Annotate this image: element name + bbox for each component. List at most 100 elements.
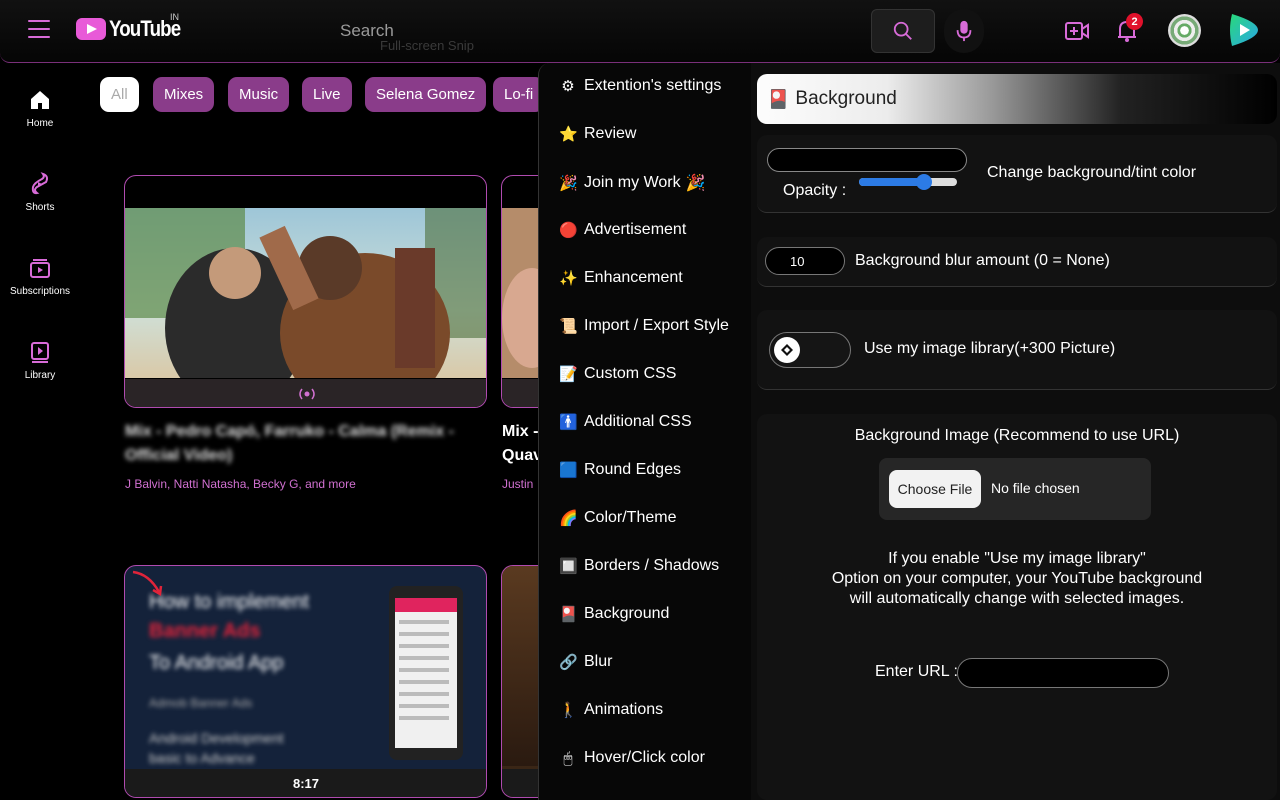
menu-join-my-work[interactable]: 🎉 Join my Work 🎉 xyxy=(559,173,706,193)
menu-label: Advertisement xyxy=(584,221,687,238)
url-label: Enter URL : xyxy=(875,663,958,680)
thumbnail-text: Android Development xyxy=(149,730,284,746)
nav-label: Library xyxy=(24,370,56,381)
youtube-logo[interactable]: YouTube IN xyxy=(76,12,193,42)
background-image-box: Background Image (Recommend to use URL) … xyxy=(757,414,1277,800)
menu-background[interactable]: 🎴 Background xyxy=(559,605,669,623)
mouse-icon: 🖱 xyxy=(563,749,573,767)
menu-enhancement[interactable]: ✨ Enhancement xyxy=(559,269,683,287)
image-library-box: Use my image library(+300 Picture) xyxy=(757,310,1277,390)
person-sign-icon: 🚹 xyxy=(559,414,578,431)
opacity-slider[interactable] xyxy=(859,174,957,190)
menu-label: Color/Theme xyxy=(584,509,677,526)
nav-shorts[interactable]: Shorts xyxy=(0,172,80,213)
menu-label: Hover/Click color xyxy=(584,749,705,766)
country-code: IN xyxy=(170,12,179,22)
youtube-play-icon xyxy=(76,18,106,40)
video-duration: 8:17 xyxy=(293,776,320,791)
search-icon xyxy=(893,21,912,40)
slider-knob[interactable] xyxy=(915,174,932,190)
avatar[interactable] xyxy=(1168,14,1201,47)
subscriptions-icon xyxy=(30,259,50,278)
home-icon xyxy=(31,91,49,109)
hamburger-menu-icon[interactable] xyxy=(28,20,50,40)
opacity-label: Opacity : xyxy=(783,182,847,199)
chip-selena-gomez[interactable]: Selena Gomez xyxy=(365,77,487,112)
gear-icon: ⚙ xyxy=(561,78,575,95)
walking-person-icon: 🚶 xyxy=(559,702,578,719)
video-title[interactable]: Mix - Pedro Capó, Farruko - Calma (Remix… xyxy=(125,420,455,468)
menu-import-export[interactable]: 📜 Import / Export Style xyxy=(559,317,729,335)
party-popper-icon: 🎉 xyxy=(559,175,578,192)
menu-color-theme[interactable]: 🌈 Color/Theme xyxy=(559,509,676,527)
video-title-partial[interactable]: Mix - xyxy=(502,420,542,444)
extension-logo-icon[interactable] xyxy=(1228,12,1260,48)
tint-color-box: Opacity : Change background/tint color xyxy=(757,135,1277,213)
extension-settings-panel: ⚙ Extention's settings ⭐ Review 🎉 Join my W… xyxy=(538,63,1280,800)
menu-label: Join my Work xyxy=(584,174,681,191)
flower-card-icon: 🎴 xyxy=(559,606,578,623)
menu-label: Blur xyxy=(584,653,613,670)
color-picker[interactable] xyxy=(767,148,967,172)
video-thumbnail[interactable]: How to implement Banner Ads To Android A… xyxy=(124,565,487,798)
video-channel[interactable]: J Balvin, Natti Natasha, Becky G, and mo… xyxy=(125,477,356,491)
thumbnail-text: How to implement xyxy=(149,591,310,613)
thumbnail-image xyxy=(125,208,486,378)
choose-file-button[interactable]: Choose File xyxy=(889,470,981,508)
info-line: Option on your computer, your YouTube ba… xyxy=(831,570,1203,587)
nav-home[interactable]: Home xyxy=(0,88,80,129)
background-settings: 🎴 Background Opacity : Change background… xyxy=(757,63,1280,800)
diamond-icon xyxy=(781,344,793,356)
live-radio-icon xyxy=(299,388,315,400)
bg-image-label: Background Image (Recommend to use URL) xyxy=(854,427,1180,444)
chip-all[interactable]: All xyxy=(100,77,139,112)
menu-label: Additional CSS xyxy=(584,413,692,430)
menu-hover-click-color[interactable]: 🖱 Hover/Click color xyxy=(559,749,705,767)
menu-round-edges[interactable]: 🟦 Round Edges xyxy=(559,461,681,479)
menu-custom-css[interactable]: 📝 Custom CSS xyxy=(559,365,676,383)
rainbow-icon: 🌈 xyxy=(559,510,578,527)
menu-label: Animations xyxy=(584,701,664,718)
toggle-knob xyxy=(774,337,800,363)
search-button[interactable] xyxy=(871,9,935,53)
chip-music[interactable]: Music xyxy=(228,77,290,112)
menu-review[interactable]: ⭐ Review xyxy=(559,125,636,143)
thumbnail-text: basic to Advance xyxy=(149,750,255,766)
url-input[interactable] xyxy=(957,658,1169,688)
voice-search-button[interactable] xyxy=(944,9,984,53)
create-button[interactable] xyxy=(1064,18,1090,44)
video-create-icon xyxy=(1065,22,1089,40)
video-thumbnail[interactable] xyxy=(124,175,487,408)
snip-overlay-text: Full-screen Snip xyxy=(380,38,474,53)
arrow-decoration xyxy=(132,570,163,597)
blur-box: Background blur amount (0 = None) xyxy=(757,237,1277,287)
chip-lofi[interactable]: Lo-fi xyxy=(493,77,545,112)
link-icon: 🔗 xyxy=(559,654,578,671)
info-line: If you enable "Use my image library" xyxy=(888,550,1146,567)
square-button-icon: 🔲 xyxy=(559,558,578,575)
nav-subscriptions[interactable]: Subscriptions xyxy=(0,256,80,297)
menu-label: Extention's settings xyxy=(584,77,722,94)
video-title-partial[interactable]: Quav xyxy=(502,444,542,468)
video-channel[interactable]: Justin xyxy=(502,477,533,491)
menu-additional-css[interactable]: 🚹 Additional CSS xyxy=(559,413,692,431)
red-circle-icon: 🔴 xyxy=(559,222,578,239)
menu-extension-settings[interactable]: ⚙ Extention's settings xyxy=(559,77,721,95)
nav-library[interactable]: Library xyxy=(0,340,80,381)
blue-square-icon: 🟦 xyxy=(559,462,578,479)
menu-advertisement[interactable]: 🔴 Advertisement xyxy=(559,221,686,239)
memo-icon: 📝 xyxy=(559,366,578,383)
menu-borders-shadows[interactable]: 🔲 Borders / Shadows xyxy=(559,557,719,575)
chip-mixes[interactable]: Mixes xyxy=(153,77,215,112)
section-title: Background xyxy=(795,88,897,109)
chip-live[interactable]: Live xyxy=(302,77,352,112)
file-status: No file chosen xyxy=(991,480,1080,496)
image-library-toggle[interactable] xyxy=(769,332,851,368)
shorts-icon xyxy=(31,172,48,195)
menu-label: Enhancement xyxy=(584,269,683,286)
menu-animations[interactable]: 🚶 Animations xyxy=(559,701,663,719)
blur-amount-input[interactable] xyxy=(765,247,845,275)
menu-label: Background xyxy=(584,605,670,622)
library-icon xyxy=(31,342,49,363)
menu-blur[interactable]: 🔗 Blur xyxy=(559,653,612,671)
